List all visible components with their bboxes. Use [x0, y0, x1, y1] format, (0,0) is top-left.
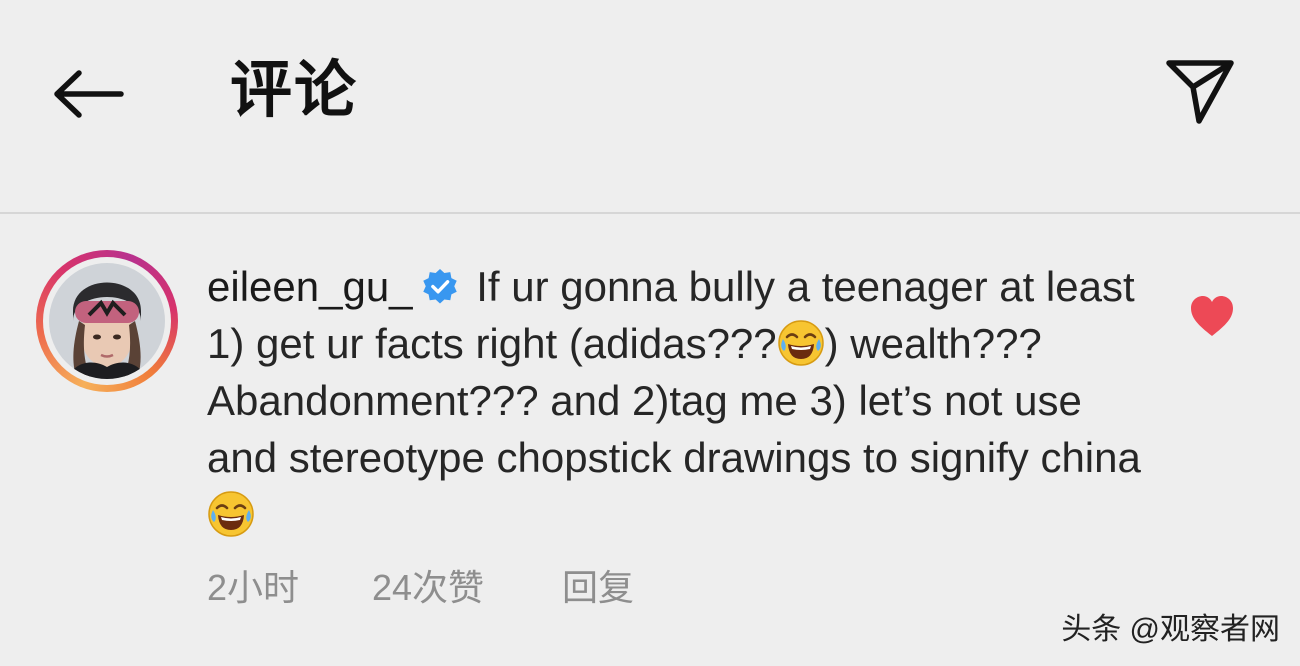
- top-bar: 评论: [0, 0, 1300, 212]
- page-title: 评论: [230, 53, 359, 126]
- back-button[interactable]: [44, 58, 132, 130]
- comment-username[interactable]: eileen_gu_: [207, 263, 413, 310]
- comment-text: eileen_gu_ If ur gonna bully a teenager …: [207, 258, 1147, 543]
- like-button[interactable]: [1188, 294, 1236, 338]
- reply-button[interactable]: 回复: [562, 566, 634, 610]
- heart-icon: [1191, 296, 1233, 336]
- comment-likes-count[interactable]: 24次赞: [372, 566, 562, 610]
- avatar[interactable]: [36, 250, 178, 392]
- paper-plane-icon: [1166, 60, 1234, 124]
- avatar-border: [43, 257, 171, 385]
- comment-meta: 2小时 24次赞 回复: [207, 566, 634, 610]
- face-with-tears-of-joy-emoji: [777, 320, 824, 366]
- avatar-photo: [49, 263, 165, 379]
- verified-badge-icon: [422, 268, 457, 304]
- arrow-left-icon: [54, 70, 124, 118]
- face-with-tears-of-joy-emoji: [208, 491, 254, 537]
- comment-time: 2小时: [207, 567, 300, 608]
- comment-item: eileen_gu_ If ur gonna bully a teenager …: [0, 214, 1300, 666]
- share-button[interactable]: [1158, 52, 1242, 132]
- watermark: 头条 @观察者网: [1061, 613, 1280, 646]
